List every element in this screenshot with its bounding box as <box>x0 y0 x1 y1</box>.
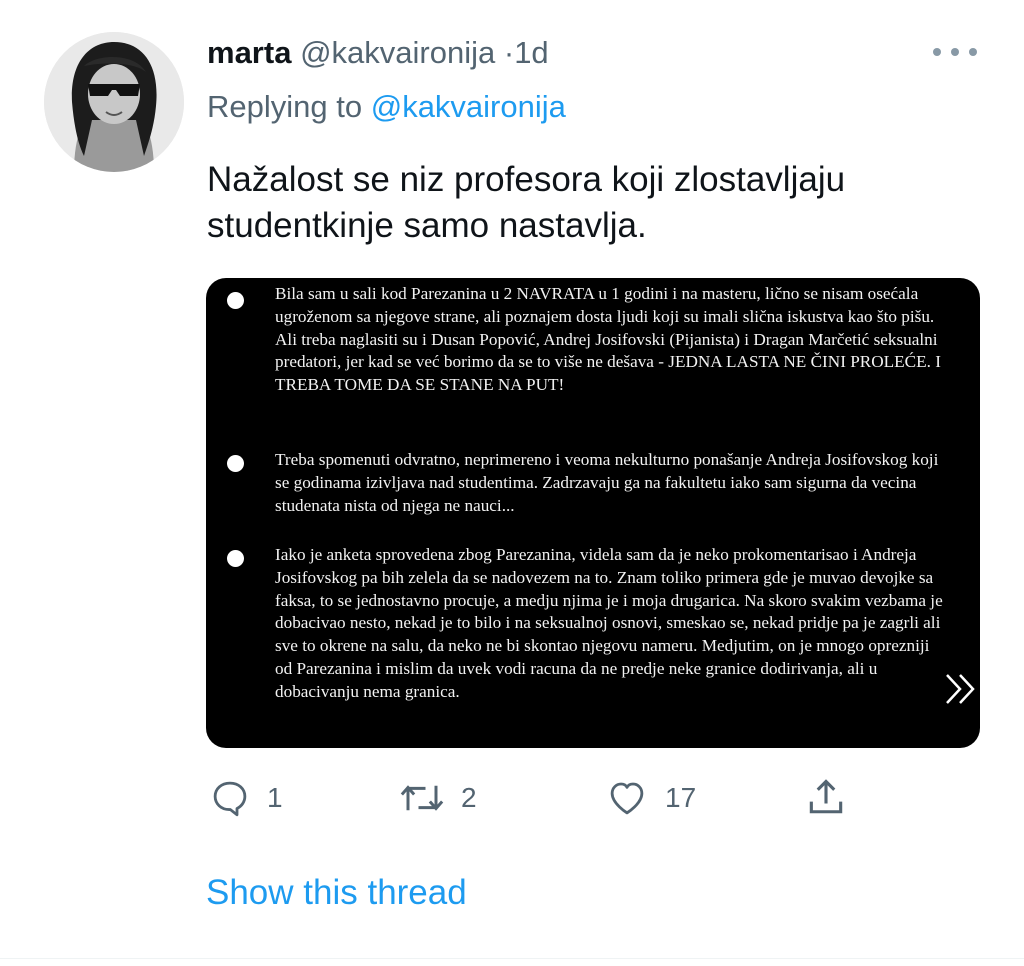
replying-to: Replying to @kakvaironija <box>207 88 566 126</box>
media-paragraph: Iako je anketa sprovedena zbog Parezanin… <box>275 545 943 701</box>
more-dot <box>933 48 941 56</box>
tweet-text: Nažalost se niz profesora koji zlostavlj… <box>207 160 846 245</box>
separator-dot: · <box>503 35 515 70</box>
tweet-action-bar: 1 2 17 <box>0 770 1024 826</box>
media-paragraph: Bila sam u sali kod Parezanina u 2 NAVRA… <box>275 284 941 395</box>
reply-count: 1 <box>267 782 283 813</box>
bullet-point <box>227 550 244 567</box>
avatar[interactable] <box>44 32 184 172</box>
tweet-header: marta @kakvaironija ·1d <box>207 34 549 72</box>
replying-to-label: Replying to <box>207 89 363 124</box>
heart-icon <box>610 782 644 815</box>
bullet-point <box>227 292 244 309</box>
avatar-image <box>44 32 184 172</box>
replying-to-mention[interactable]: @kakvaironija <box>371 89 566 124</box>
timestamp[interactable]: 1d <box>514 35 548 70</box>
more-dot <box>969 48 977 56</box>
user-handle[interactable]: @kakvaironija <box>300 35 495 70</box>
share-button[interactable] <box>804 770 848 826</box>
show-thread-link[interactable]: Show this thread <box>206 872 467 914</box>
retweet-button[interactable]: 2 <box>399 770 477 826</box>
divider <box>0 958 1024 959</box>
more-icon[interactable] <box>933 40 977 64</box>
reply-button[interactable]: 1 <box>209 770 283 826</box>
reply-icon <box>213 781 247 817</box>
chevron-double-right-icon[interactable] <box>944 672 978 706</box>
more-dot <box>951 48 959 56</box>
display-name[interactable]: marta <box>207 35 291 70</box>
bullet-point <box>227 455 244 472</box>
like-button[interactable]: 17 <box>605 770 696 826</box>
retweet-icon <box>400 785 444 811</box>
retweet-count: 2 <box>461 782 477 813</box>
share-icon <box>809 779 843 814</box>
like-count: 17 <box>665 782 697 813</box>
tweet-media-image[interactable]: Bila sam u sali kod Parezanina u 2 NAVRA… <box>206 278 980 748</box>
media-paragraph: Treba spomenuti odvratno, neprimereno i … <box>275 450 939 515</box>
